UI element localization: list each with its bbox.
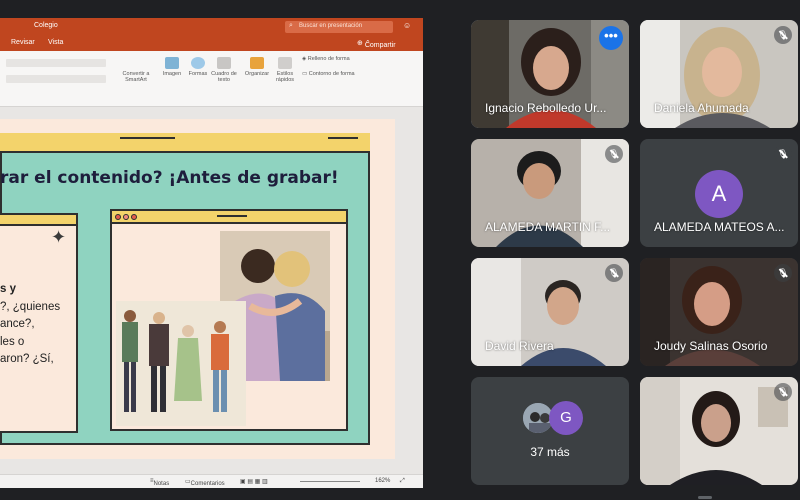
- view-icons[interactable]: ▣ ▤ ▦ ▥: [240, 478, 268, 485]
- quick-styles-icon: [278, 57, 292, 69]
- ribbon-tabs: Revisar Vista ⊕ Compartir ⌃: [0, 36, 423, 51]
- drag-handle[interactable]: [698, 496, 712, 499]
- slide-title-bar: [0, 133, 370, 153]
- tab-revisar[interactable]: Revisar: [11, 39, 35, 46]
- participant-tile[interactable]: 🎙 Joudy Salinas Osorio: [640, 258, 798, 366]
- more-participants-tile[interactable]: G 37 más: [471, 377, 629, 485]
- window-dot-icon: [115, 214, 121, 220]
- slide-canvas: rar el contenido? ¡Antes de grabar! s y …: [0, 107, 423, 474]
- slide-text-line: ance?,: [0, 318, 35, 330]
- participant-name: Ignacio Rebolledo Ur...: [485, 101, 607, 115]
- arrange-icon: [250, 57, 264, 69]
- people-illustration: [116, 301, 246, 426]
- arrange-button[interactable]: Organizar: [242, 57, 272, 77]
- more-options-icon[interactable]: •••: [599, 26, 623, 50]
- participant-tile[interactable]: 🎙 David Rivera: [471, 258, 629, 366]
- help-icon[interactable]: ☺: [403, 21, 411, 30]
- textbox-icon: [217, 57, 231, 69]
- participant-tile[interactable]: 🎙 A ALAMEDA MATEOS A...: [640, 139, 798, 247]
- shapes-icon: [191, 57, 205, 69]
- mic-off-icon: 🎙: [774, 145, 792, 163]
- slide-text-card: s y ?, ¿quienes ance?, les o aron? ¿Sí,: [0, 213, 78, 433]
- comments-button[interactable]: ▭ Comentarios: [185, 478, 225, 487]
- slide[interactable]: rar el contenido? ¡Antes de grabar! s y …: [0, 119, 395, 459]
- participant-name: Daniela Ahumada: [654, 101, 749, 115]
- mic-off-icon: 🎙: [774, 264, 792, 282]
- avatar: A: [695, 170, 743, 218]
- mic-off-icon: 🎙: [774, 26, 792, 44]
- image-icon: [165, 57, 179, 69]
- slide-text-line: aron? ¿Sí,: [0, 353, 54, 365]
- slide-text-line: s y: [0, 283, 16, 295]
- slide-image-card: [110, 209, 348, 431]
- ppt-title-bar: Colegio ⌕ Buscar en presentación ☺: [0, 18, 423, 36]
- slide-title: rar el contenido? ¡Antes de grabar!: [0, 168, 339, 188]
- zoom-slider[interactable]: [300, 481, 360, 482]
- outline-icon: ▭: [302, 71, 309, 77]
- participant-name: ALAMEDA MARTIN F...: [485, 220, 611, 234]
- tab-vista[interactable]: Vista: [48, 39, 63, 46]
- share-button[interactable]: ⊕ Compartir ⌃: [357, 39, 396, 49]
- mic-off-icon: 🎙: [774, 383, 792, 401]
- search-icon: ⌕: [289, 22, 293, 29]
- participant-name: ALAMEDA MATEOS A...: [654, 220, 785, 234]
- participant-tile[interactable]: 🎙 ALAMEDA MARTIN F...: [471, 139, 629, 247]
- image-button[interactable]: Imagen: [160, 57, 184, 77]
- shapes-button[interactable]: Formas: [186, 57, 210, 77]
- shape-outline-button[interactable]: ▭ Contorno de forma: [302, 71, 355, 77]
- participant-tile[interactable]: 🎙: [640, 377, 798, 485]
- window-dot-icon: [123, 214, 129, 220]
- search-placeholder: Buscar en presentación: [299, 23, 363, 29]
- format-row-2[interactable]: [6, 75, 106, 83]
- search-box[interactable]: ⌕ Buscar en presentación: [285, 21, 393, 33]
- convert-smartart-button[interactable]: Convertir a SmartArt: [118, 71, 154, 84]
- participant-tile[interactable]: 🎙 Daniela Ahumada: [640, 20, 798, 128]
- mic-off-icon: 🎙: [605, 264, 623, 282]
- slide-text-line: les o: [0, 335, 25, 348]
- window-dot-icon: [131, 214, 137, 220]
- document-title: Colegio: [34, 22, 58, 29]
- participant-name: David Rivera: [485, 339, 554, 353]
- status-bar: ≡ Notas ▭ Comentarios ▣ ▤ ▦ ▥ 162% ⤢: [0, 474, 423, 488]
- slide-text-line: ?, ¿quienes: [0, 300, 61, 313]
- mic-off-icon: 🎙: [605, 145, 623, 163]
- fit-icon[interactable]: ⤢: [400, 478, 405, 485]
- ribbon: Convertir a SmartArt Imagen Formas Cuadr…: [0, 51, 423, 107]
- textbox-button[interactable]: Cuadro de texto: [211, 57, 237, 84]
- zoom-level: 162%: [375, 478, 391, 484]
- format-row-1[interactable]: [6, 59, 106, 67]
- notes-button[interactable]: ≡ Notas: [150, 478, 169, 487]
- quick-styles-button[interactable]: Estilos rápidos: [272, 57, 298, 84]
- participant-tile[interactable]: ••• Ignacio Rebolledo Ur...: [471, 20, 629, 128]
- powerpoint-window: Colegio ⌕ Buscar en presentación ☺ Revis…: [0, 18, 423, 488]
- sparkle-icon: ✦: [51, 227, 67, 247]
- avatar: G: [549, 401, 583, 435]
- participant-name: Joudy Salinas Osorio: [654, 339, 768, 353]
- more-participants-count: 37 más: [530, 445, 570, 459]
- shape-fill-button[interactable]: ◈ Relleno de forma: [302, 56, 350, 62]
